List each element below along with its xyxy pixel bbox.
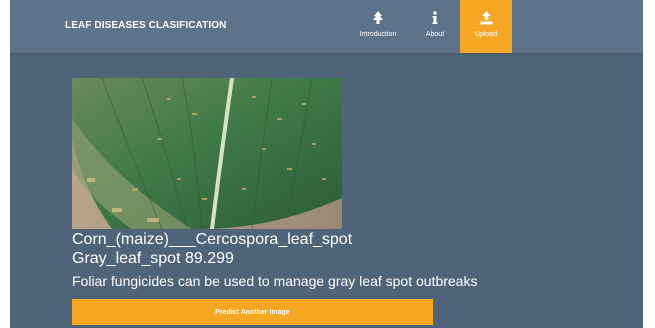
prediction-score-text: Gray_leaf_spot 89.299 bbox=[72, 250, 234, 267]
upload-icon bbox=[460, 11, 512, 25]
app-frame: LEAF DISEASES CLASIFICATION Introduction… bbox=[10, 0, 643, 328]
tree-icon bbox=[352, 11, 404, 25]
nav-about-label: About bbox=[425, 31, 445, 38]
nav-introduction[interactable]: Introduction bbox=[352, 0, 404, 53]
nav-about[interactable]: About bbox=[409, 0, 461, 53]
predict-another-image-button[interactable]: Predict Another Image bbox=[72, 299, 433, 325]
treatment-advice-text: Foliar fungicides can be used to manage … bbox=[72, 273, 478, 289]
top-navbar: LEAF DISEASES CLASIFICATION Introduction… bbox=[10, 0, 643, 55]
nav-upload[interactable]: Upload bbox=[460, 0, 512, 53]
nav-introduction-label: Introduction bbox=[359, 31, 397, 38]
nav-upload-label: Upload bbox=[474, 31, 498, 38]
info-icon bbox=[409, 11, 461, 25]
brand-title[interactable]: LEAF DISEASES CLASIFICATION bbox=[65, 20, 226, 31]
prediction-class-text: Corn_(maize)___Cercospora_leaf_spot bbox=[72, 231, 353, 248]
uploaded-leaf-image bbox=[72, 78, 342, 229]
